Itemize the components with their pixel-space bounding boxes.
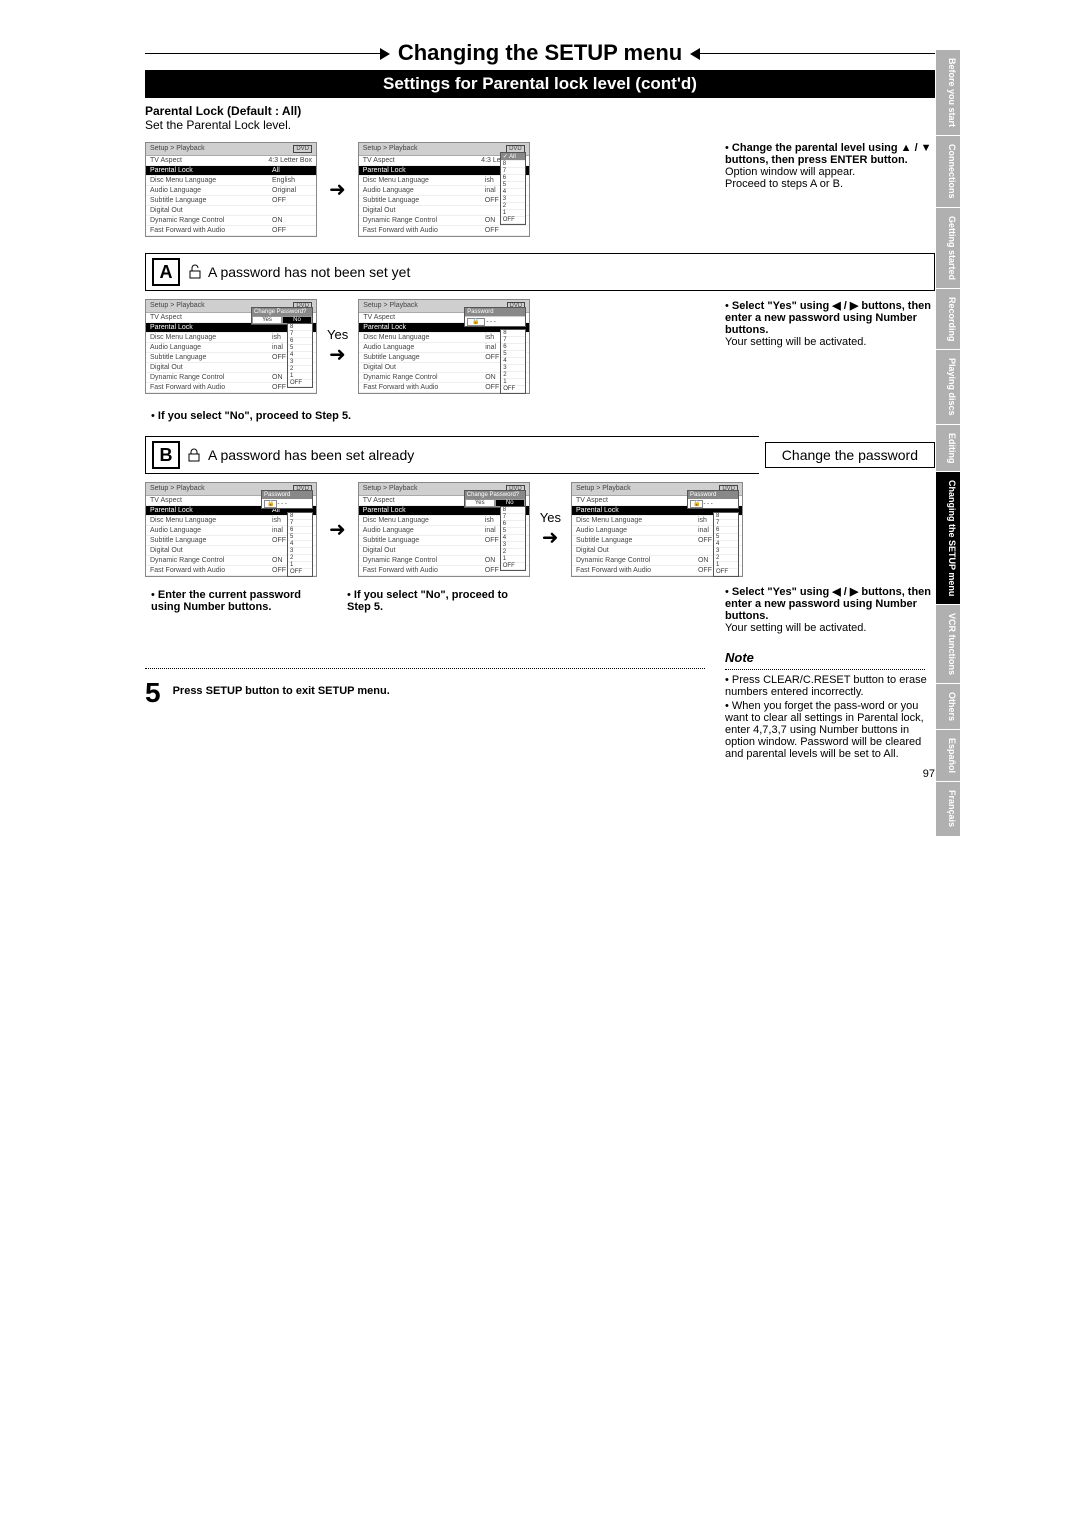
- section-a-badge: A: [152, 258, 180, 286]
- section-b-instr3: • Select "Yes" using ◀ / ▶ buttons, then…: [725, 585, 935, 634]
- chapter-title-text: Changing the SETUP menu: [380, 40, 700, 66]
- side-tab[interactable]: Recording: [936, 289, 960, 351]
- osd-panel-b3: Setup > PlaybackDVD TV Aspect4:3 Letter …: [571, 482, 743, 577]
- note-title: Note: [725, 650, 935, 665]
- osd-panel-b1: Setup > PlaybackDVD TV Aspect4:3 Letter …: [145, 482, 317, 577]
- yes-arrow-label: Yes➜: [540, 510, 561, 550]
- side-tab[interactable]: Español: [936, 730, 960, 782]
- lock-open-icon: [186, 264, 202, 280]
- intro-label: Parental Lock (Default : All): [145, 104, 301, 118]
- side-tab[interactable]: VCR functions: [936, 605, 960, 684]
- levels-popup: ✓ All87654321OFF: [500, 152, 526, 225]
- password-entry-popup: Password 🔒- - -: [261, 490, 313, 509]
- osd-panel-b2: Setup > PlaybackDVD TV Aspect4:3 Letter …: [358, 482, 530, 577]
- password-popup: Password 🔒 - - -: [464, 307, 526, 327]
- side-tab[interactable]: Playing discs: [936, 350, 960, 425]
- section-a-heading: A password has not been set yet: [208, 264, 410, 280]
- intro-text: Set the Parental Lock level.: [145, 118, 291, 132]
- step-number-5: 5: [145, 677, 161, 709]
- side-tab[interactable]: Getting started: [936, 208, 960, 289]
- note-item: • When you forget the pass-word or you w…: [725, 700, 935, 760]
- section-b-right-heading: Change the password: [765, 442, 935, 468]
- osd-panel-2: Setup > PlaybackDVD TV Aspect4:3 Letter …: [358, 142, 530, 237]
- section-a-header: A A password has not been set yet: [145, 253, 935, 291]
- side-tab[interactable]: Français: [936, 782, 960, 836]
- section-subtitle: Settings for Parental lock level (cont'd…: [145, 70, 935, 98]
- instruction-a: • Select "Yes" using ◀ / ▶ buttons, then…: [725, 299, 935, 348]
- arrow-icon: ➜: [327, 517, 348, 542]
- lock-closed-icon: [186, 447, 202, 463]
- side-tab[interactable]: Before you start: [936, 50, 960, 136]
- side-tab[interactable]: Editing: [936, 425, 960, 473]
- section-b-header: B A password has been set already Change…: [145, 436, 935, 474]
- chapter-title: Changing the SETUP menu: [145, 40, 935, 66]
- step-5-text: Press SETUP button to exit SETUP menu.: [173, 685, 390, 697]
- arrow-icon: ➜: [327, 177, 348, 202]
- note-block: Note • Press CLEAR/C.RESET button to era…: [725, 650, 935, 762]
- osd-panel-a2: Setup > PlaybackDVD TV Aspect4:3 Letter …: [358, 299, 530, 394]
- side-tab[interactable]: Connections: [936, 136, 960, 208]
- osd-panel-1: Setup > PlaybackDVD TV Aspect4:3 Letter …: [145, 142, 317, 237]
- password-entry-popup: Password 🔒- - -: [687, 490, 739, 509]
- side-nav-tabs: Before you startConnectionsGetting start…: [936, 50, 960, 837]
- side-tab[interactable]: Others: [936, 684, 960, 730]
- section-a-note: • If you select "No", proceed to Step 5.: [151, 410, 935, 422]
- intro-block: Parental Lock (Default : All) Set the Pa…: [145, 104, 935, 132]
- instruction-top: • Change the parental level using ▲ / ▼ …: [725, 142, 935, 190]
- section-b-badge: B: [152, 441, 180, 469]
- side-tab[interactable]: Changing the SETUP menu: [936, 472, 960, 605]
- note-item: • Press CLEAR/C.RESET button to erase nu…: [725, 674, 935, 698]
- divider: [145, 668, 705, 669]
- lock-glyph: 🔒: [467, 318, 484, 326]
- section-b-heading: A password has been set already: [208, 447, 414, 463]
- page-number: 97: [145, 768, 935, 780]
- section-b-instr2: • If you select "No", proceed to Step 5.: [347, 589, 517, 613]
- osd-panel-a1: Setup > PlaybackDVD TV Aspect4:3 Letter …: [145, 299, 317, 394]
- section-b-instr1: • Enter the current password using Numbe…: [151, 589, 331, 613]
- yes-arrow-label: Yes➜: [327, 327, 348, 367]
